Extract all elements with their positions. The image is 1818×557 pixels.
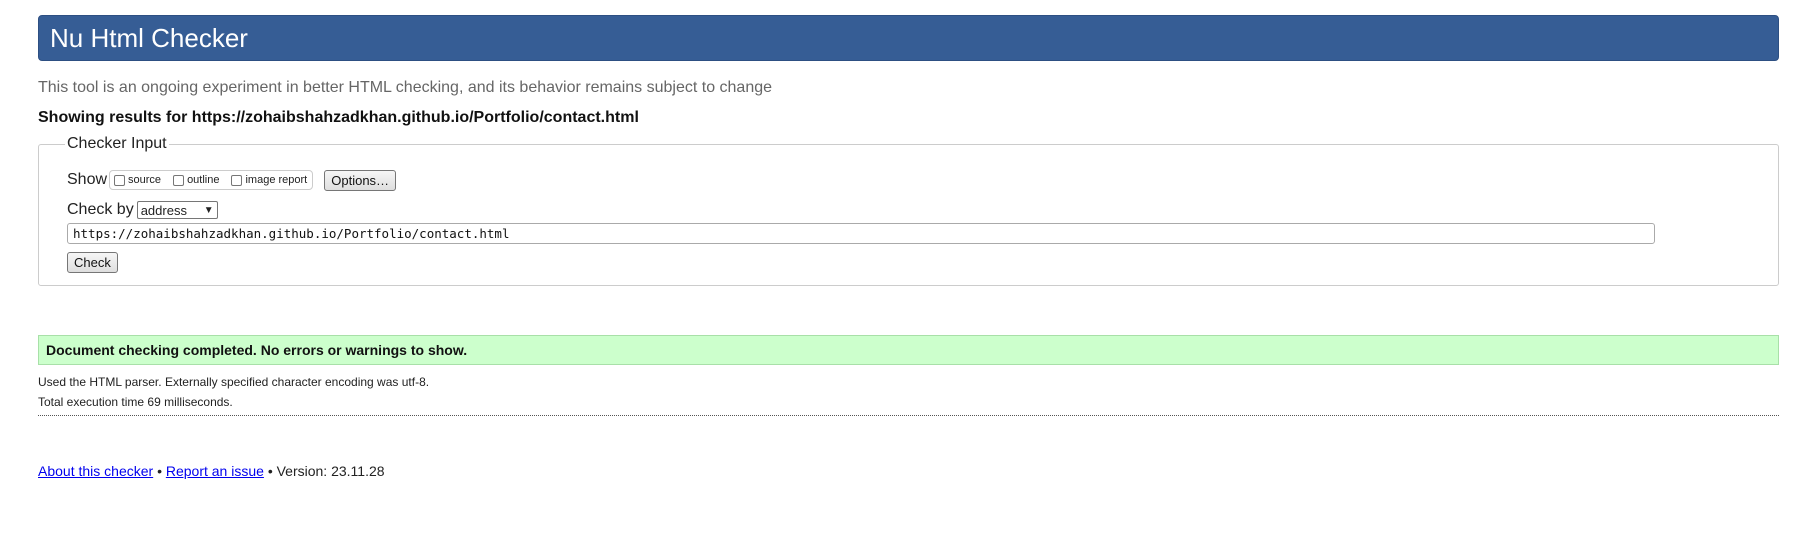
footer: About this checker • Report an issue • V… bbox=[38, 463, 1779, 479]
version-text: Version: 23.11.28 bbox=[276, 463, 385, 479]
url-input[interactable]: https://zohaibshahzadkhan.github.io/Port… bbox=[67, 223, 1655, 244]
page-title: Nu Html Checker bbox=[50, 22, 248, 53]
report-issue-link[interactable]: Report an issue bbox=[166, 463, 264, 479]
show-options-group: source outline image report bbox=[109, 170, 314, 190]
details-block: Used the HTML parser. Externally specifi… bbox=[38, 372, 1779, 412]
outline-checkbox[interactable] bbox=[173, 174, 185, 186]
dotted-divider bbox=[38, 415, 1779, 416]
footer-separator-2: • bbox=[267, 463, 273, 479]
header-bar: Nu Html Checker bbox=[38, 15, 1779, 61]
source-checkbox[interactable] bbox=[114, 174, 126, 186]
options-button[interactable]: Options… bbox=[324, 169, 397, 191]
chevron-down-icon[interactable]: ▼ bbox=[204, 205, 214, 216]
url-input-value[interactable]: https://zohaibshahzadkhan.github.io/Port… bbox=[73, 226, 510, 241]
check-by-label: Check by bbox=[67, 201, 134, 218]
check-by-selected-value[interactable]: address bbox=[141, 203, 187, 218]
outline-checkbox-label[interactable]: outline bbox=[187, 174, 219, 186]
show-source-option[interactable]: source bbox=[112, 174, 161, 186]
source-checkbox-label[interactable]: source bbox=[128, 174, 161, 186]
execution-time: Total execution time 69 milliseconds. bbox=[38, 395, 233, 409]
show-row: Show source outline image report Options… bbox=[67, 169, 1778, 191]
check-button[interactable]: Check bbox=[67, 252, 118, 273]
image-report-checkbox-label[interactable]: image report bbox=[245, 174, 307, 186]
subtitle-text: This tool is an ongoing experiment in be… bbox=[38, 79, 773, 96]
checker-input-legend: Checker Input bbox=[67, 135, 167, 152]
check-row: Check bbox=[67, 252, 1778, 273]
image-report-checkbox[interactable] bbox=[231, 174, 243, 186]
check-by-row: Check by address ▼ bbox=[67, 200, 1778, 220]
checker-input-fieldset: Checker Input Show source outline image … bbox=[38, 135, 1779, 286]
parser-details: Used the HTML parser. Externally specifi… bbox=[38, 375, 430, 389]
about-checker-link[interactable]: About this checker bbox=[38, 463, 153, 479]
show-image-report-option[interactable]: image report bbox=[229, 174, 307, 186]
show-outline-option[interactable]: outline bbox=[171, 174, 219, 186]
show-label: Show bbox=[67, 171, 108, 188]
check-by-select[interactable]: address ▼ bbox=[136, 201, 218, 219]
page: Nu Html Checker This tool is an ongoing … bbox=[38, 15, 1779, 479]
footer-separator-1: • bbox=[157, 463, 162, 479]
showing-results-heading: Showing results for https://zohaibshahza… bbox=[38, 109, 639, 126]
success-message: Document checking completed. No errors o… bbox=[38, 335, 1779, 365]
